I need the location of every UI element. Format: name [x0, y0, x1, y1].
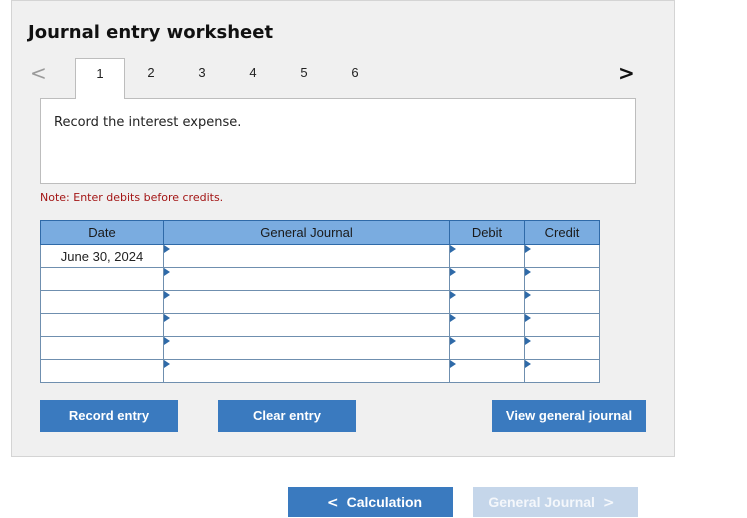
- general-journal-label: General Journal: [488, 494, 595, 510]
- cell-flag-icon: [164, 314, 170, 322]
- general-journal-button[interactable]: General Journal >: [473, 487, 638, 517]
- debit-input[interactable]: [449, 290, 525, 314]
- cell-flag-icon: [525, 245, 531, 253]
- cell-flag-icon: [525, 291, 531, 299]
- tab-6[interactable]: 6: [330, 58, 380, 98]
- calculation-button[interactable]: < Calculation: [288, 487, 453, 517]
- debit-input[interactable]: [449, 359, 525, 383]
- instruction-box: Record the interest expense.: [40, 98, 636, 184]
- date-cell: [40, 313, 164, 337]
- worksheet-title: Journal entry worksheet: [28, 22, 274, 43]
- date-cell: June 30, 2024: [40, 244, 164, 268]
- cell-flag-icon: [164, 360, 170, 368]
- credit-input[interactable]: [524, 313, 600, 337]
- table-row: [40, 336, 600, 360]
- header-credit: Credit: [524, 220, 600, 245]
- cell-flag-icon: [525, 337, 531, 345]
- tab-3[interactable]: 3: [177, 58, 227, 98]
- date-cell: [40, 290, 164, 314]
- header-date: Date: [40, 220, 164, 245]
- account-input[interactable]: [163, 313, 450, 337]
- date-cell: [40, 336, 164, 360]
- view-general-journal-button[interactable]: View general journal: [492, 400, 646, 432]
- journal-table: Date General Journal Debit Credit June 3…: [40, 220, 600, 383]
- tab-1[interactable]: 1: [75, 58, 125, 99]
- table-row: [40, 290, 600, 314]
- credit-input[interactable]: [524, 336, 600, 360]
- cell-flag-icon: [164, 291, 170, 299]
- chevron-left-icon: <: [326, 495, 339, 511]
- cell-flag-icon: [450, 245, 456, 253]
- cell-flag-icon: [525, 314, 531, 322]
- note-text: Note: Enter debits before credits.: [40, 191, 224, 204]
- header-debit: Debit: [449, 220, 525, 245]
- table-header-row: Date General Journal Debit Credit: [40, 220, 600, 245]
- account-input[interactable]: [163, 359, 450, 383]
- debit-input[interactable]: [449, 313, 525, 337]
- account-input[interactable]: [163, 290, 450, 314]
- chevron-right-icon[interactable]: >: [618, 61, 635, 85]
- chevron-right-icon: >: [602, 495, 615, 511]
- table-row: [40, 313, 600, 337]
- cell-flag-icon: [450, 291, 456, 299]
- cell-flag-icon: [450, 337, 456, 345]
- tab-5[interactable]: 5: [279, 58, 329, 98]
- cell-flag-icon: [450, 314, 456, 322]
- instruction-text: Record the interest expense.: [54, 115, 242, 130]
- cell-flag-icon: [164, 268, 170, 276]
- debit-input[interactable]: [449, 267, 525, 291]
- debit-input[interactable]: [449, 336, 525, 360]
- cell-flag-icon: [450, 268, 456, 276]
- cell-flag-icon: [525, 268, 531, 276]
- clear-entry-button[interactable]: Clear entry: [218, 400, 356, 432]
- calculation-label: Calculation: [346, 494, 423, 510]
- table-row: June 30, 2024: [40, 244, 600, 268]
- account-input[interactable]: [163, 336, 450, 360]
- tab-strip: < 1 2 3 4 5 6 >: [28, 58, 636, 99]
- cell-flag-icon: [164, 245, 170, 253]
- date-cell: [40, 267, 164, 291]
- table-row: [40, 267, 600, 291]
- tab-4[interactable]: 4: [228, 58, 278, 98]
- table-row: [40, 359, 600, 383]
- account-input[interactable]: [163, 244, 450, 268]
- account-input[interactable]: [163, 267, 450, 291]
- tab-2[interactable]: 2: [126, 58, 176, 98]
- header-general-journal: General Journal: [163, 220, 450, 245]
- cell-flag-icon: [164, 337, 170, 345]
- debit-input[interactable]: [449, 244, 525, 268]
- credit-input[interactable]: [524, 290, 600, 314]
- credit-input[interactable]: [524, 359, 600, 383]
- date-cell: [40, 359, 164, 383]
- record-entry-button[interactable]: Record entry: [40, 400, 178, 432]
- credit-input[interactable]: [524, 267, 600, 291]
- credit-input[interactable]: [524, 244, 600, 268]
- cell-flag-icon: [525, 360, 531, 368]
- chevron-left-icon[interactable]: <: [30, 61, 47, 85]
- cell-flag-icon: [450, 360, 456, 368]
